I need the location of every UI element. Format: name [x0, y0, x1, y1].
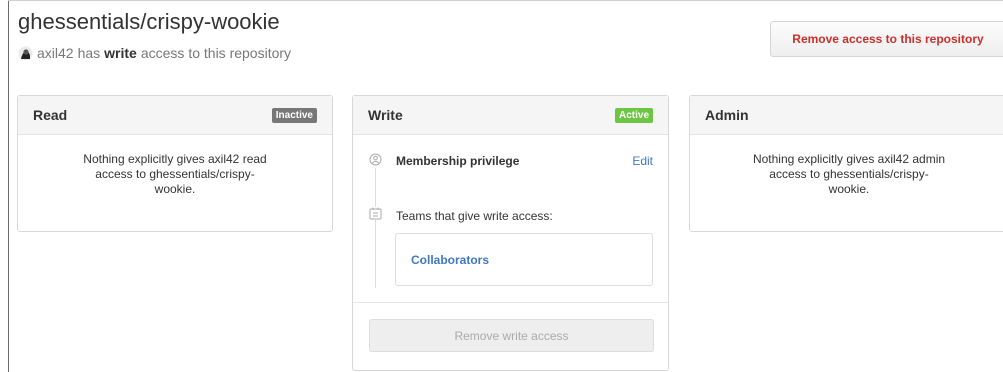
window-top-border: [8, 0, 1003, 1]
timeline-line: [375, 168, 376, 288]
avatar: [18, 46, 33, 61]
remove-repository-access-button[interactable]: Remove access to this repository: [770, 21, 1003, 57]
access-summary: axil42 has write access to this reposito…: [18, 45, 291, 61]
page-title: ghessentials/crispy-wookie: [18, 9, 280, 34]
username: axil42: [37, 45, 74, 61]
admin-empty-message: Nothing explicitly gives axil42 admin ac…: [752, 152, 946, 196]
read-empty-message: Nothing explicitly gives axil42 read acc…: [83, 152, 267, 196]
permission-level: write: [104, 45, 137, 61]
write-card-title: Write: [368, 107, 403, 123]
access-suffix: access to this repository: [140, 45, 292, 61]
membership-privilege-label: Membership privilege: [396, 154, 520, 168]
admin-permission-card: Admin Nothing explicitly gives axil42 ad…: [689, 95, 1003, 232]
edit-link[interactable]: Edit: [632, 154, 653, 168]
window-left-border: [8, 0, 9, 372]
admin-card-title: Admin: [705, 107, 749, 123]
admin-card-header: Admin: [690, 96, 1003, 135]
write-status-badge: Active: [614, 107, 653, 123]
team-icon: [369, 207, 382, 220]
team-list-item: Collaborators: [395, 233, 653, 286]
has-text: has: [77, 45, 101, 61]
remove-write-access-button[interactable]: Remove write access: [369, 319, 654, 352]
read-status-badge: Inactive: [271, 107, 317, 123]
teams-label: Teams that give write access:: [396, 209, 553, 223]
write-permission-card: Write Active Membership privilege Edit T…: [352, 95, 669, 371]
read-card-header: Read Inactive: [18, 96, 332, 135]
write-card-header: Write Active: [353, 96, 668, 135]
team-link-collaborators[interactable]: Collaborators: [411, 253, 489, 267]
read-permission-card: Read Inactive Nothing explicitly gives a…: [17, 95, 333, 232]
divider: [353, 302, 668, 303]
read-card-title: Read: [33, 107, 68, 123]
org-membership-icon: [369, 153, 382, 166]
